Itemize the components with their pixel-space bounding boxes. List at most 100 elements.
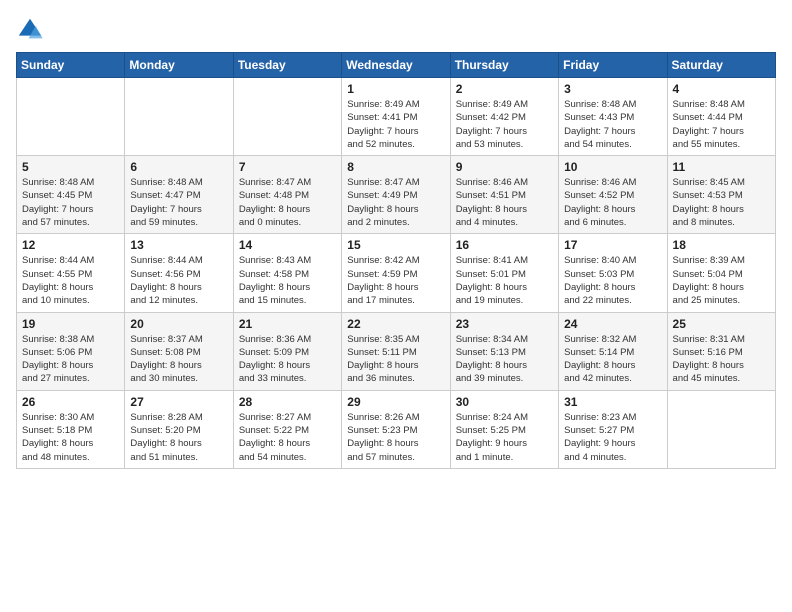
day-cell: 19Sunrise: 8:38 AM Sunset: 5:06 PM Dayli… bbox=[17, 312, 125, 390]
day-number: 31 bbox=[564, 395, 661, 409]
day-number: 17 bbox=[564, 238, 661, 252]
day-cell: 14Sunrise: 8:43 AM Sunset: 4:58 PM Dayli… bbox=[233, 234, 341, 312]
day-cell: 12 Sunrise: 8:44 AM Sunset: 4:55 PM Dayli… bbox=[17, 234, 125, 312]
day-cell: 23Sunrise: 8:34 AM Sunset: 5:13 PM Dayli… bbox=[450, 312, 558, 390]
day-cell: 2Sunrise: 8:49 AM Sunset: 4:42 PM Daylig… bbox=[450, 78, 558, 156]
day-number: 13 bbox=[130, 238, 227, 252]
day-info: Sunrise: 8:46 AM Sunset: 4:52 PM Dayligh… bbox=[564, 176, 661, 229]
day-info: Sunrise: 8:31 AM Sunset: 5:16 PM Dayligh… bbox=[673, 333, 770, 386]
day-number: 16 bbox=[456, 238, 553, 252]
weekday-header-friday: Friday bbox=[559, 53, 667, 78]
day-number: 28 bbox=[239, 395, 336, 409]
day-info: Sunrise: 8:26 AM Sunset: 5:23 PM Dayligh… bbox=[347, 411, 444, 464]
day-cell: 22 Sunrise: 8:35 AM Sunset: 5:11 PM Dayli… bbox=[342, 312, 450, 390]
day-number: 15 bbox=[347, 238, 444, 252]
day-info: Sunrise: 8:48 AM Sunset: 4:43 PM Dayligh… bbox=[564, 98, 661, 151]
day-cell: 25Sunrise: 8:31 AM Sunset: 5:16 PM Dayli… bbox=[667, 312, 775, 390]
day-cell: 1 Sunrise: 8:49 AM Sunset: 4:41 PM Daylig… bbox=[342, 78, 450, 156]
day-info: Sunrise: 8:48 AM Sunset: 4:47 PM Dayligh… bbox=[130, 176, 227, 229]
day-info: Sunrise: 8:44 AM Sunset: 4:55 PM Dayligh… bbox=[22, 254, 119, 307]
day-number: 22 bbox=[347, 317, 444, 331]
day-cell: 17 Sunrise: 8:40 AM Sunset: 5:03 PM Dayli… bbox=[559, 234, 667, 312]
day-cell: 13 Sunrise: 8:44 AM Sunset: 4:56 PM Dayli… bbox=[125, 234, 233, 312]
day-cell: 15 Sunrise: 8:42 AM Sunset: 4:59 PM Dayli… bbox=[342, 234, 450, 312]
day-cell bbox=[233, 78, 341, 156]
day-number: 20 bbox=[130, 317, 227, 331]
day-info: Sunrise: 8:34 AM Sunset: 5:13 PM Dayligh… bbox=[456, 333, 553, 386]
day-cell: 8 Sunrise: 8:47 AM Sunset: 4:49 PM Daylig… bbox=[342, 156, 450, 234]
day-cell: 5Sunrise: 8:48 AM Sunset: 4:45 PM Daylig… bbox=[17, 156, 125, 234]
day-cell: 10Sunrise: 8:46 AM Sunset: 4:52 PM Dayli… bbox=[559, 156, 667, 234]
weekday-header-wednesday: Wednesday bbox=[342, 53, 450, 78]
day-cell: 21 Sunrise: 8:36 AM Sunset: 5:09 PM Dayli… bbox=[233, 312, 341, 390]
day-cell: 29 Sunrise: 8:26 AM Sunset: 5:23 PM Dayli… bbox=[342, 390, 450, 468]
day-cell: 28 Sunrise: 8:27 AM Sunset: 5:22 PM Dayli… bbox=[233, 390, 341, 468]
day-info: Sunrise: 8:37 AM Sunset: 5:08 PM Dayligh… bbox=[130, 333, 227, 386]
day-info: Sunrise: 8:23 AM Sunset: 5:27 PM Dayligh… bbox=[564, 411, 661, 464]
week-row-0: 1 Sunrise: 8:49 AM Sunset: 4:41 PM Daylig… bbox=[17, 78, 776, 156]
day-info: Sunrise: 8:38 AM Sunset: 5:06 PM Dayligh… bbox=[22, 333, 119, 386]
day-info: Sunrise: 8:48 AM Sunset: 4:44 PM Dayligh… bbox=[673, 98, 770, 151]
day-info: Sunrise: 8:24 AM Sunset: 5:25 PM Dayligh… bbox=[456, 411, 553, 464]
day-info: Sunrise: 8:28 AM Sunset: 5:20 PM Dayligh… bbox=[130, 411, 227, 464]
day-number: 18 bbox=[673, 238, 770, 252]
logo-icon bbox=[16, 16, 44, 44]
day-number: 29 bbox=[347, 395, 444, 409]
day-number: 27 bbox=[130, 395, 227, 409]
day-number: 6 bbox=[130, 160, 227, 174]
weekday-header-saturday: Saturday bbox=[667, 53, 775, 78]
day-info: Sunrise: 8:40 AM Sunset: 5:03 PM Dayligh… bbox=[564, 254, 661, 307]
day-info: Sunrise: 8:32 AM Sunset: 5:14 PM Dayligh… bbox=[564, 333, 661, 386]
day-number: 9 bbox=[456, 160, 553, 174]
week-row-2: 12 Sunrise: 8:44 AM Sunset: 4:55 PM Dayli… bbox=[17, 234, 776, 312]
day-cell: 18Sunrise: 8:39 AM Sunset: 5:04 PM Dayli… bbox=[667, 234, 775, 312]
day-number: 26 bbox=[22, 395, 119, 409]
day-cell bbox=[667, 390, 775, 468]
day-info: Sunrise: 8:48 AM Sunset: 4:45 PM Dayligh… bbox=[22, 176, 119, 229]
day-number: 30 bbox=[456, 395, 553, 409]
day-info: Sunrise: 8:36 AM Sunset: 5:09 PM Dayligh… bbox=[239, 333, 336, 386]
day-info: Sunrise: 8:44 AM Sunset: 4:56 PM Dayligh… bbox=[130, 254, 227, 307]
day-cell bbox=[17, 78, 125, 156]
day-number: 3 bbox=[564, 82, 661, 96]
day-cell: 24Sunrise: 8:32 AM Sunset: 5:14 PM Dayli… bbox=[559, 312, 667, 390]
weekday-header-thursday: Thursday bbox=[450, 53, 558, 78]
day-cell: 9 Sunrise: 8:46 AM Sunset: 4:51 PM Daylig… bbox=[450, 156, 558, 234]
day-cell: 20 Sunrise: 8:37 AM Sunset: 5:08 PM Dayli… bbox=[125, 312, 233, 390]
day-cell: 16 Sunrise: 8:41 AM Sunset: 5:01 PM Dayli… bbox=[450, 234, 558, 312]
day-cell bbox=[125, 78, 233, 156]
day-cell: 27 Sunrise: 8:28 AM Sunset: 5:20 PM Dayli… bbox=[125, 390, 233, 468]
day-info: Sunrise: 8:47 AM Sunset: 4:49 PM Dayligh… bbox=[347, 176, 444, 229]
day-number: 8 bbox=[347, 160, 444, 174]
weekday-header-monday: Monday bbox=[125, 53, 233, 78]
day-number: 4 bbox=[673, 82, 770, 96]
weekday-header-row: SundayMondayTuesdayWednesdayThursdayFrid… bbox=[17, 53, 776, 78]
week-row-4: 26 Sunrise: 8:30 AM Sunset: 5:18 PM Dayli… bbox=[17, 390, 776, 468]
day-info: Sunrise: 8:41 AM Sunset: 5:01 PM Dayligh… bbox=[456, 254, 553, 307]
day-number: 21 bbox=[239, 317, 336, 331]
weekday-header-sunday: Sunday bbox=[17, 53, 125, 78]
day-cell: 26 Sunrise: 8:30 AM Sunset: 5:18 PM Dayli… bbox=[17, 390, 125, 468]
day-number: 12 bbox=[22, 238, 119, 252]
day-info: Sunrise: 8:30 AM Sunset: 5:18 PM Dayligh… bbox=[22, 411, 119, 464]
day-cell: 7 Sunrise: 8:47 AM Sunset: 4:48 PM Daylig… bbox=[233, 156, 341, 234]
calendar: SundayMondayTuesdayWednesdayThursdayFrid… bbox=[16, 52, 776, 469]
day-cell: 3 Sunrise: 8:48 AM Sunset: 4:43 PM Daylig… bbox=[559, 78, 667, 156]
day-info: Sunrise: 8:45 AM Sunset: 4:53 PM Dayligh… bbox=[673, 176, 770, 229]
day-cell: 30 Sunrise: 8:24 AM Sunset: 5:25 PM Dayli… bbox=[450, 390, 558, 468]
calendar-body: 1 Sunrise: 8:49 AM Sunset: 4:41 PM Daylig… bbox=[17, 78, 776, 469]
day-info: Sunrise: 8:46 AM Sunset: 4:51 PM Dayligh… bbox=[456, 176, 553, 229]
weekday-header-tuesday: Tuesday bbox=[233, 53, 341, 78]
header bbox=[16, 16, 776, 44]
day-info: Sunrise: 8:35 AM Sunset: 5:11 PM Dayligh… bbox=[347, 333, 444, 386]
day-info: Sunrise: 8:27 AM Sunset: 5:22 PM Dayligh… bbox=[239, 411, 336, 464]
day-info: Sunrise: 8:49 AM Sunset: 4:41 PM Dayligh… bbox=[347, 98, 444, 151]
day-info: Sunrise: 8:47 AM Sunset: 4:48 PM Dayligh… bbox=[239, 176, 336, 229]
day-number: 7 bbox=[239, 160, 336, 174]
day-cell: 6 Sunrise: 8:48 AM Sunset: 4:47 PM Daylig… bbox=[125, 156, 233, 234]
day-number: 1 bbox=[347, 82, 444, 96]
day-info: Sunrise: 8:42 AM Sunset: 4:59 PM Dayligh… bbox=[347, 254, 444, 307]
day-number: 14 bbox=[239, 238, 336, 252]
day-number: 11 bbox=[673, 160, 770, 174]
day-cell: 31 Sunrise: 8:23 AM Sunset: 5:27 PM Dayli… bbox=[559, 390, 667, 468]
